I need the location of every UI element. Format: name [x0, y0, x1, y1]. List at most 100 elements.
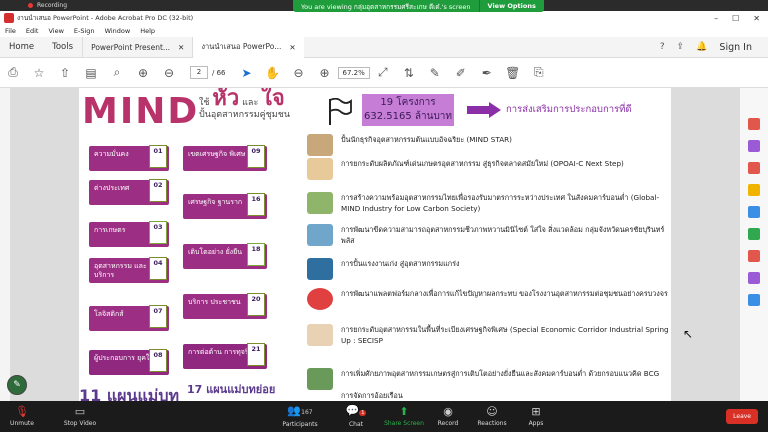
screen: Recording งานนำเสนอ PowerPoint - Adobe A…	[0, 0, 768, 432]
zoom-out-icon[interactable]: ⊖	[286, 66, 312, 80]
menu-edit[interactable]: Edit	[26, 27, 39, 35]
sign-icon[interactable]: ✒	[474, 66, 500, 80]
zoom-in-icon[interactable]: ⊕	[312, 66, 338, 80]
menu-view[interactable]: View	[48, 27, 63, 35]
slide-mind-title: MIND	[82, 91, 200, 132]
fit-page-icon[interactable]: ⤢	[370, 65, 396, 80]
participants-icon: 👥167	[287, 404, 313, 417]
plan-pill: เติบโตอย่าง ยั่งยืน 18	[183, 243, 267, 269]
select-cursor-icon[interactable]: ➤	[234, 66, 260, 80]
annotate-pen-icon[interactable]: ✎	[7, 375, 27, 395]
project-photo-icon	[307, 134, 333, 156]
doc-tab-1[interactable]: PowerPoint Present... ✕	[82, 36, 192, 58]
bookmark-star-icon[interactable]: ☆	[26, 66, 52, 80]
highlight-icon[interactable]: ✐	[448, 66, 474, 80]
project-photo-icon	[307, 258, 333, 280]
toolbar: ⎙ ☆ ⇧ ▤ ⌕ ⊕ ⊖ 2 / 66 ➤ ✋ ⊖ ⊕ 67.2% ⤢ ⇅ ✎…	[0, 58, 768, 88]
stop-video-button[interactable]: ▭ Stop Video	[58, 405, 102, 428]
share-screen-button[interactable]: ⬆ Share Screen	[382, 405, 426, 428]
combine-files-icon[interactable]	[748, 206, 760, 218]
redact-icon[interactable]	[748, 250, 760, 262]
sub-plan-count: 17 แผนแม่บทย่อย	[187, 383, 276, 396]
nav-tools[interactable]: Tools	[43, 42, 82, 52]
plan-pill: อุตสาหกรรม และบริการ 04	[89, 257, 169, 283]
window-title: งานนำเสนอ PowerPoint - Adobe Acrobat Pro…	[17, 14, 194, 22]
menu-window[interactable]: Window	[105, 27, 131, 35]
maximize-icon[interactable]: ☐	[732, 14, 739, 23]
comment-icon[interactable]: ✎	[422, 66, 448, 80]
delete-icon[interactable]: 🗑	[500, 66, 526, 80]
zoom-meeting-controls: 🎙 Unmute ▭ Stop Video 👥167 Participants …	[0, 401, 768, 432]
apps-icon: ⊞	[531, 405, 541, 418]
upload-icon[interactable]: ⇧	[52, 66, 78, 80]
doc-tab-label: PowerPoint Present...	[91, 42, 171, 52]
scroll-mode-icon[interactable]: ⇅	[396, 66, 422, 80]
plan-pill: เศรษฐกิจ ฐานราก 16	[183, 193, 267, 219]
video-camera-icon: ▭	[74, 405, 86, 418]
acrobat-logo-icon	[4, 13, 14, 23]
menu-bar: File Edit View E-Sign Window Help	[0, 25, 768, 37]
share-icon[interactable]: ⇪	[677, 42, 685, 52]
bcg-icon	[307, 368, 333, 390]
plan-pill: ผู้ประกอบการ ยุคใหม่ 08	[89, 349, 169, 375]
new-file-icon[interactable]: ⎙	[0, 65, 26, 80]
page-navigator: 2 / 66	[190, 66, 226, 79]
project-item: การพัฒนาแพลตฟอร์มกลางเพื่อการแก้ไขปัญหาผ…	[307, 288, 671, 310]
chat-button[interactable]: 💬 1 Chat	[334, 405, 378, 428]
plan-pill: โลจิสติกส์ 07	[89, 305, 169, 331]
protect-icon[interactable]	[748, 272, 760, 284]
comment-tool-icon[interactable]	[748, 184, 760, 196]
print-icon[interactable]: ▤	[78, 66, 104, 80]
page-number-input[interactable]: 2	[190, 66, 208, 79]
search-icon[interactable]: ⌕	[104, 65, 130, 80]
zoom-level-select[interactable]: 67.2%	[337, 66, 370, 79]
create-pdf-icon[interactable]	[748, 162, 760, 174]
unmute-button[interactable]: 🎙 Unmute	[0, 406, 44, 428]
organize-pages-icon[interactable]	[748, 228, 760, 240]
share-screen-icon: ⬆	[399, 405, 409, 418]
recording-label: Recording	[37, 2, 68, 9]
edit-pdf-icon[interactable]	[748, 140, 760, 152]
reactions-button[interactable]: ☺ Reactions	[470, 406, 514, 428]
apps-button[interactable]: ⊞ Apps	[514, 405, 558, 428]
record-button[interactable]: ◉ Record	[426, 405, 470, 428]
project-item: การยกระดับอุตสาหกรรมในพื้นที่ระเบียงเศรษ…	[307, 324, 671, 346]
page-up-icon[interactable]: ⊕	[130, 66, 156, 80]
view-options-button[interactable]: View Options	[478, 0, 544, 12]
close-tab-icon[interactable]: ✕	[178, 43, 184, 52]
minimize-icon[interactable]: –	[714, 14, 718, 23]
help-icon[interactable]: ?	[660, 42, 665, 52]
menu-help[interactable]: Help	[140, 27, 155, 35]
close-tab-icon[interactable]: ✕	[289, 43, 295, 52]
promo-heading: การส่งเสริมการประกอบการที่ดี	[506, 104, 632, 115]
page-down-icon[interactable]: ⊖	[156, 66, 182, 80]
close-icon[interactable]: ✕	[753, 14, 760, 23]
plan-pill: การต่อต้าน การทุจริต 21	[183, 343, 267, 369]
document-area[interactable]: MIND ใช้ หัว และ ใจ ปั้นอุตสาหกรรมคู่ชุม…	[11, 88, 739, 401]
projects-summary-box: 19 โครงการ 632.5165 ล้านบาท	[362, 94, 454, 126]
leave-button[interactable]: Leave	[726, 409, 758, 424]
record-icon: ◉	[443, 405, 453, 418]
more-tools-icon[interactable]: ⎘	[526, 65, 552, 80]
slide-page: MIND ใช้ หัว และ ใจ ปั้นอุตสาหกรรมคู่ชุม…	[79, 88, 671, 401]
plan-pill: การเกษตร 03	[89, 221, 169, 247]
window-title-bar: งานนำเสนอ PowerPoint - Adobe Acrobat Pro…	[0, 11, 768, 25]
doc-tab-label: งานนำเสนอ PowerPo...	[201, 42, 282, 51]
project-bullet: การจัดการอ้อยเรือน	[341, 391, 403, 400]
recording-dot-icon	[28, 3, 33, 8]
doc-tab-2[interactable]: งานนำเสนอ PowerPo... ✕	[192, 36, 304, 58]
participants-button[interactable]: 👥167 Participants	[278, 404, 322, 429]
export-pdf-icon[interactable]	[748, 118, 760, 130]
tab-bar: Home Tools PowerPoint Present... ✕ งานนำ…	[0, 36, 768, 58]
sign-in-button[interactable]: Sign In	[719, 42, 752, 53]
menu-esign[interactable]: E-Sign	[74, 27, 95, 35]
share-banner: You are viewing กลุ่มอุตสาหกรรมศรีสะเกษ …	[293, 0, 544, 12]
bell-icon[interactable]: 🔔	[696, 42, 707, 52]
left-side-pane[interactable]	[0, 88, 11, 401]
nav-home[interactable]: Home	[0, 42, 43, 52]
hand-tool-icon[interactable]: ✋	[260, 66, 286, 80]
scan-ocr-icon[interactable]	[748, 294, 760, 306]
plan-pill: ต่างประเทศ 02	[89, 179, 169, 205]
project-item: การพัฒนาขีดความสามารถอุตสาหกรรมชีวภาพหวา…	[307, 224, 671, 246]
menu-file[interactable]: File	[5, 27, 16, 35]
